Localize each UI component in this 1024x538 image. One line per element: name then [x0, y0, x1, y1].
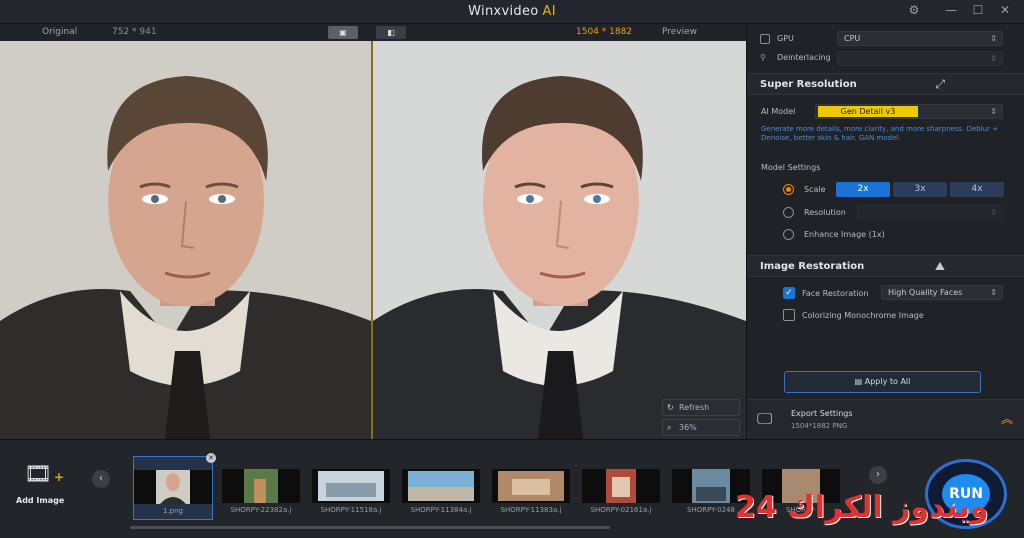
thumbnail-item[interactable]: SHORPY-22382a.j — [222, 469, 300, 523]
refresh-button[interactable]: ↻ Refresh — [662, 399, 740, 416]
face-restoration-select[interactable]: High Quality Faces ⇕ — [881, 285, 1003, 300]
expand-up-icon[interactable]: ︽ — [1001, 410, 1013, 427]
title-bar: Winxvideo AI ⚙ — ☐ ✕ — [0, 0, 1024, 24]
watermark: 24 ويندوز الكراك — [735, 490, 989, 525]
app-window: Winxvideo AI ⚙ — ☐ ✕ Original 752 * 941 ▣… — [0, 0, 1024, 538]
gpu-checkbox[interactable] — [760, 34, 770, 44]
preview-label: Preview — [662, 27, 698, 37]
model-settings-label: Model Settings — [761, 163, 821, 172]
output-dims: 1504 * 1882 — [576, 27, 633, 37]
enhance-label: Enhance Image (1x) — [804, 230, 885, 239]
scroll-left-button[interactable]: ‹ — [92, 470, 110, 488]
export-title: Export Settings — [791, 409, 853, 418]
maximize-icon[interactable]: ☐ — [968, 3, 988, 17]
original-dims: 752 * 941 — [112, 27, 157, 37]
preview-image — [373, 41, 746, 439]
resolution-select[interactable]: ⇕ — [857, 205, 1003, 220]
image-strip: 🎞 + Add Image ‹ 1.png ✕ SHORPY-22382a.j … — [0, 439, 1024, 538]
viewer-toolbar: Original 752 * 941 ▣ ◧ 1504 * 1882 Previ… — [0, 24, 746, 41]
close-icon[interactable]: ✕ — [995, 3, 1015, 17]
settings-gear-icon[interactable]: ⚙ — [904, 3, 924, 17]
scale-4x-button[interactable]: 4x — [950, 182, 1004, 197]
thumbnail-item[interactable]: 1.png ✕ — [133, 453, 216, 520]
zoom-control[interactable]: ⌕ 36% — [662, 419, 740, 436]
scale-3x-button[interactable]: 3x — [893, 182, 947, 197]
apply-icon: ▤ — [854, 377, 865, 386]
export-settings[interactable]: 🖵 Export Settings 1504*1882 PNG ︽ — [747, 399, 1024, 439]
original-image — [0, 41, 371, 439]
refresh-icon: ↻ — [667, 403, 674, 412]
image-viewer: Original 752 * 941 ▣ ◧ 1504 * 1882 Previ… — [0, 24, 746, 439]
super-resolution-header: Super Resolution ⤢ — [747, 73, 1024, 95]
resolution-radio[interactable] — [783, 207, 794, 218]
restoration-icon: ⛰ — [934, 259, 945, 273]
thumbnail-item[interactable]: SHORPY-11384a.j — [402, 469, 480, 523]
thumbnail-item[interactable]: SHORPY-11383a.j — [492, 469, 570, 523]
face-restoration-checkbox[interactable]: ✓ — [783, 287, 795, 299]
deinterlace-icon: ⚲ — [760, 53, 766, 62]
scale-label: Scale — [804, 185, 826, 194]
colorize-label: Colorizing Monochrome Image — [802, 311, 924, 320]
scale-radio[interactable] — [783, 184, 794, 195]
thumbnail-item[interactable]: SHORPY-11518a.j — [312, 469, 390, 523]
app-suffix: AI — [542, 4, 556, 19]
settings-panel: GPU CPU ⇕ ⚲ Deinterlacing ⇕ Super Resolut… — [746, 24, 1024, 439]
ai-model-label: AI Model — [761, 107, 796, 116]
split-view-button[interactable]: ▣ — [328, 26, 358, 39]
chevron-down-icon: ⇕ — [990, 107, 997, 116]
gpu-select[interactable]: CPU ⇕ — [837, 31, 1003, 46]
export-detail: 1504*1882 PNG — [791, 422, 848, 430]
remove-thumbnail-icon[interactable]: ✕ — [206, 453, 216, 463]
add-image-button[interactable]: 🎞 + Add Image — [14, 462, 70, 510]
app-title: Winxvideo AI — [0, 4, 1024, 19]
gpu-label: GPU — [777, 34, 794, 43]
strip-scrollbar[interactable] — [130, 526, 610, 529]
deinterlacing-select[interactable]: ⇕ — [837, 51, 1003, 66]
resolution-label: Resolution — [804, 208, 846, 217]
thumbnail-item[interactable]: SHORPY-02161a.j — [582, 469, 660, 523]
original-label: Original — [42, 27, 78, 37]
side-by-side-button[interactable]: ◧ — [376, 26, 406, 39]
apply-to-all-button[interactable]: ▤ Apply to All — [784, 371, 981, 393]
scale-2x-button[interactable]: 2x — [836, 182, 890, 197]
app-name: Winxvideo — [468, 4, 539, 19]
ai-model-select[interactable]: Gen Detail v3 ⇕ — [815, 104, 1003, 119]
upscale-icon: ⤢ — [935, 77, 945, 91]
zoom-icon: ⌕ — [667, 423, 672, 432]
face-restoration-label: Face Restoration — [802, 289, 869, 298]
export-monitor-icon: 🖵 — [757, 409, 773, 428]
image-restoration-header: Image Restoration ⛰ — [747, 255, 1024, 277]
ai-model-description: Generate more details, more clarity, and… — [761, 125, 999, 142]
add-image-icon: 🎞 — [24, 462, 52, 487]
deinterlacing-label: Deinterlacing — [777, 53, 831, 62]
enhance-radio[interactable] — [783, 229, 794, 240]
colorize-checkbox[interactable] — [783, 309, 795, 321]
minimize-icon[interactable]: — — [941, 3, 961, 17]
plus-icon: + — [54, 470, 65, 484]
scroll-right-button[interactable]: › — [869, 466, 887, 484]
